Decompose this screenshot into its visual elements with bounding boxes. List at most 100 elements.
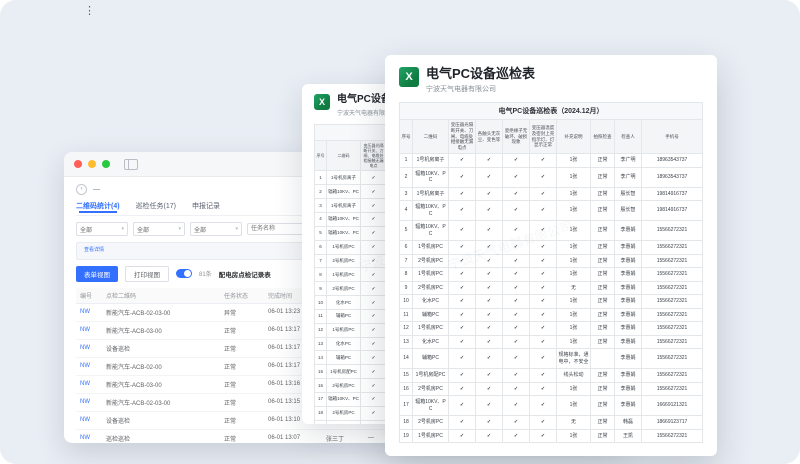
row-code-link[interactable]: NW xyxy=(76,357,102,375)
notice-detail-link[interactable]: 查看详情 xyxy=(84,247,104,253)
row-phone: 15566272321 xyxy=(642,429,703,443)
row-note: 线头松动 xyxy=(557,369,591,383)
row-note: 1张 xyxy=(557,429,591,443)
row-result: 正常 xyxy=(591,382,615,396)
tab-inspection-tasks[interactable]: 巡检任务(17) xyxy=(136,201,176,211)
tab-report-records[interactable]: 申报记录 xyxy=(192,201,220,211)
check-icon: ✓ xyxy=(476,335,503,349)
filter-select-1[interactable]: 全部 ▾ xyxy=(76,222,128,236)
row-phone: 15566272321 xyxy=(642,369,703,383)
row-seq: 3 xyxy=(400,187,413,201)
check-icon: ✓ xyxy=(476,322,503,336)
print-view-button[interactable]: 打印视图 xyxy=(125,266,169,282)
check-icon: ✓ xyxy=(361,351,387,365)
check-icon: ✓ xyxy=(530,201,557,221)
check-icon: ✓ xyxy=(449,322,476,336)
row-code-link[interactable]: NW xyxy=(76,393,102,411)
more-options-icon[interactable]: ⋮ xyxy=(84,4,95,17)
check-icon: ✓ xyxy=(476,349,503,369)
row-qr-name: 设备巡检 xyxy=(102,411,220,429)
row-inspector: 李惠娟 xyxy=(615,322,642,336)
row-status: 正常 xyxy=(220,411,264,429)
sidebar-toggle-icon[interactable] xyxy=(124,159,138,170)
row-result: 正常 xyxy=(591,335,615,349)
row-phone: 19814916737 xyxy=(642,201,703,221)
check-icon: ✓ xyxy=(503,268,530,282)
row-inspector: 李惠娟 xyxy=(615,254,642,268)
table-row: 11 辅箱PC ✓ ✓ ✓ ✓ 1张 正常 李惠娟 15566272321 xyxy=(400,308,703,322)
check-icon: ✓ xyxy=(449,396,476,416)
check-icon: ✓ xyxy=(361,296,387,310)
check-icon: ✓ xyxy=(361,337,387,351)
col-header-phone: 手机号 xyxy=(642,119,703,153)
row-qr: 2号机房PC xyxy=(413,281,449,295)
view-toggle-switch[interactable] xyxy=(176,269,192,278)
row-inspector: 李广明 xyxy=(615,167,642,187)
row-code-link[interactable]: NW xyxy=(76,339,102,357)
back-icon[interactable]: ‹ xyxy=(76,184,87,195)
company-name: 宁波天气电器有限公司 xyxy=(426,84,535,94)
row-phone: 18963543737 xyxy=(642,154,703,168)
chevron-down-icon: ▾ xyxy=(178,226,181,232)
row-inspector: 李惠娟 xyxy=(615,396,642,416)
check-icon: ✓ xyxy=(476,187,503,201)
row-note: 规格标准，通电中，不安全 xyxy=(557,349,591,369)
maximize-button[interactable] xyxy=(102,160,110,168)
col-header-check1: 变压器光隔断开关、刀闸、电缆处相接触无漏电点 xyxy=(449,119,476,153)
row-phone: 15566272321 xyxy=(642,349,703,369)
row-qr: 化水PC xyxy=(413,335,449,349)
check-icon: ✓ xyxy=(476,416,503,430)
table-row: 18 2号机房PC ✓ ✓ ✓ ✓ 无 正常 韩磊 18669123717 xyxy=(400,416,703,430)
row-note: 1张 xyxy=(557,295,591,309)
row-seq: 6 xyxy=(400,241,413,255)
check-icon: ✓ xyxy=(476,429,503,443)
check-icon: ✓ xyxy=(361,268,387,282)
check-icon: ✓ xyxy=(449,268,476,282)
row-code-link[interactable]: NW xyxy=(76,429,102,443)
check-icon: ✓ xyxy=(476,308,503,322)
check-icon: ✓ xyxy=(476,369,503,383)
filter-select-2[interactable]: 全部 ▾ xyxy=(133,222,185,236)
check-icon: ✓ xyxy=(449,308,476,322)
table-row: 19 1号机房PC ✓ ✓ ✓ ✓ 1张 正常 王凯 15566272321 xyxy=(400,429,703,443)
row-code-link[interactable]: NW xyxy=(76,321,102,339)
row-code-link[interactable]: NW xyxy=(76,411,102,429)
check-icon: ✓ xyxy=(361,282,387,296)
minimize-button[interactable] xyxy=(88,160,96,168)
check-icon: ✓ xyxy=(503,416,530,430)
task-name-input[interactable] xyxy=(247,223,305,235)
row-code-link[interactable]: NW xyxy=(76,303,102,321)
check-icon: ✓ xyxy=(503,322,530,336)
close-button[interactable] xyxy=(74,160,82,168)
row-result: 正常 xyxy=(591,281,615,295)
row-qr-name: 巡检巡检 xyxy=(102,429,220,443)
row-qr-name: 设备巡检 xyxy=(102,339,220,357)
tab-qr-stats[interactable]: 二维码统计(4) xyxy=(76,201,120,211)
filter-select-3[interactable]: 全部 ▾ xyxy=(190,222,242,236)
check-icon: ✓ xyxy=(530,254,557,268)
row-result: 正常 xyxy=(591,268,615,282)
row-time: 06-01 13:07 xyxy=(264,429,322,443)
form-view-button[interactable]: 表单视图 xyxy=(76,266,118,282)
col-header-check3: 瓷绝缘子无破环、破损现象 xyxy=(503,119,530,153)
row-qr: 辅箱PC xyxy=(413,308,449,322)
check-icon: ✓ xyxy=(530,268,557,282)
check-icon: ✓ xyxy=(361,379,387,393)
row-note: 1张 xyxy=(557,187,591,201)
report-card-front: 宁波天气电器有限公司 X 电气PC设备巡检表 宁波天气电器有限公司 电气PC设备… xyxy=(385,55,717,456)
check-icon: ✓ xyxy=(361,226,387,240)
row-code-link[interactable]: NW xyxy=(76,375,102,393)
row-inspector: 李广明 xyxy=(615,154,642,168)
table-row: 17 辐箱10KV、PC ✓ ✓ ✓ ✓ 1张 正常 李惠娟 166691213… xyxy=(400,396,703,416)
row-result: 正常 xyxy=(591,154,615,168)
row-qr-name: 新能汽车-ACB-02-03-00 xyxy=(102,393,220,411)
check-icon: ✓ xyxy=(449,241,476,255)
check-icon: ✓ xyxy=(503,241,530,255)
col-header-code: 编号 xyxy=(76,288,102,304)
col-header-seq: 序号 xyxy=(400,119,413,153)
check-icon: ✓ xyxy=(361,240,387,254)
table-row: 4 辐箱10KV、PC ✓ ✓ ✓ ✓ 1张 正常 殷长智 1981491673… xyxy=(400,201,703,221)
check-icon: ✓ xyxy=(530,187,557,201)
row-inspector: 殷长智 xyxy=(615,187,642,201)
check-icon: ✓ xyxy=(503,281,530,295)
